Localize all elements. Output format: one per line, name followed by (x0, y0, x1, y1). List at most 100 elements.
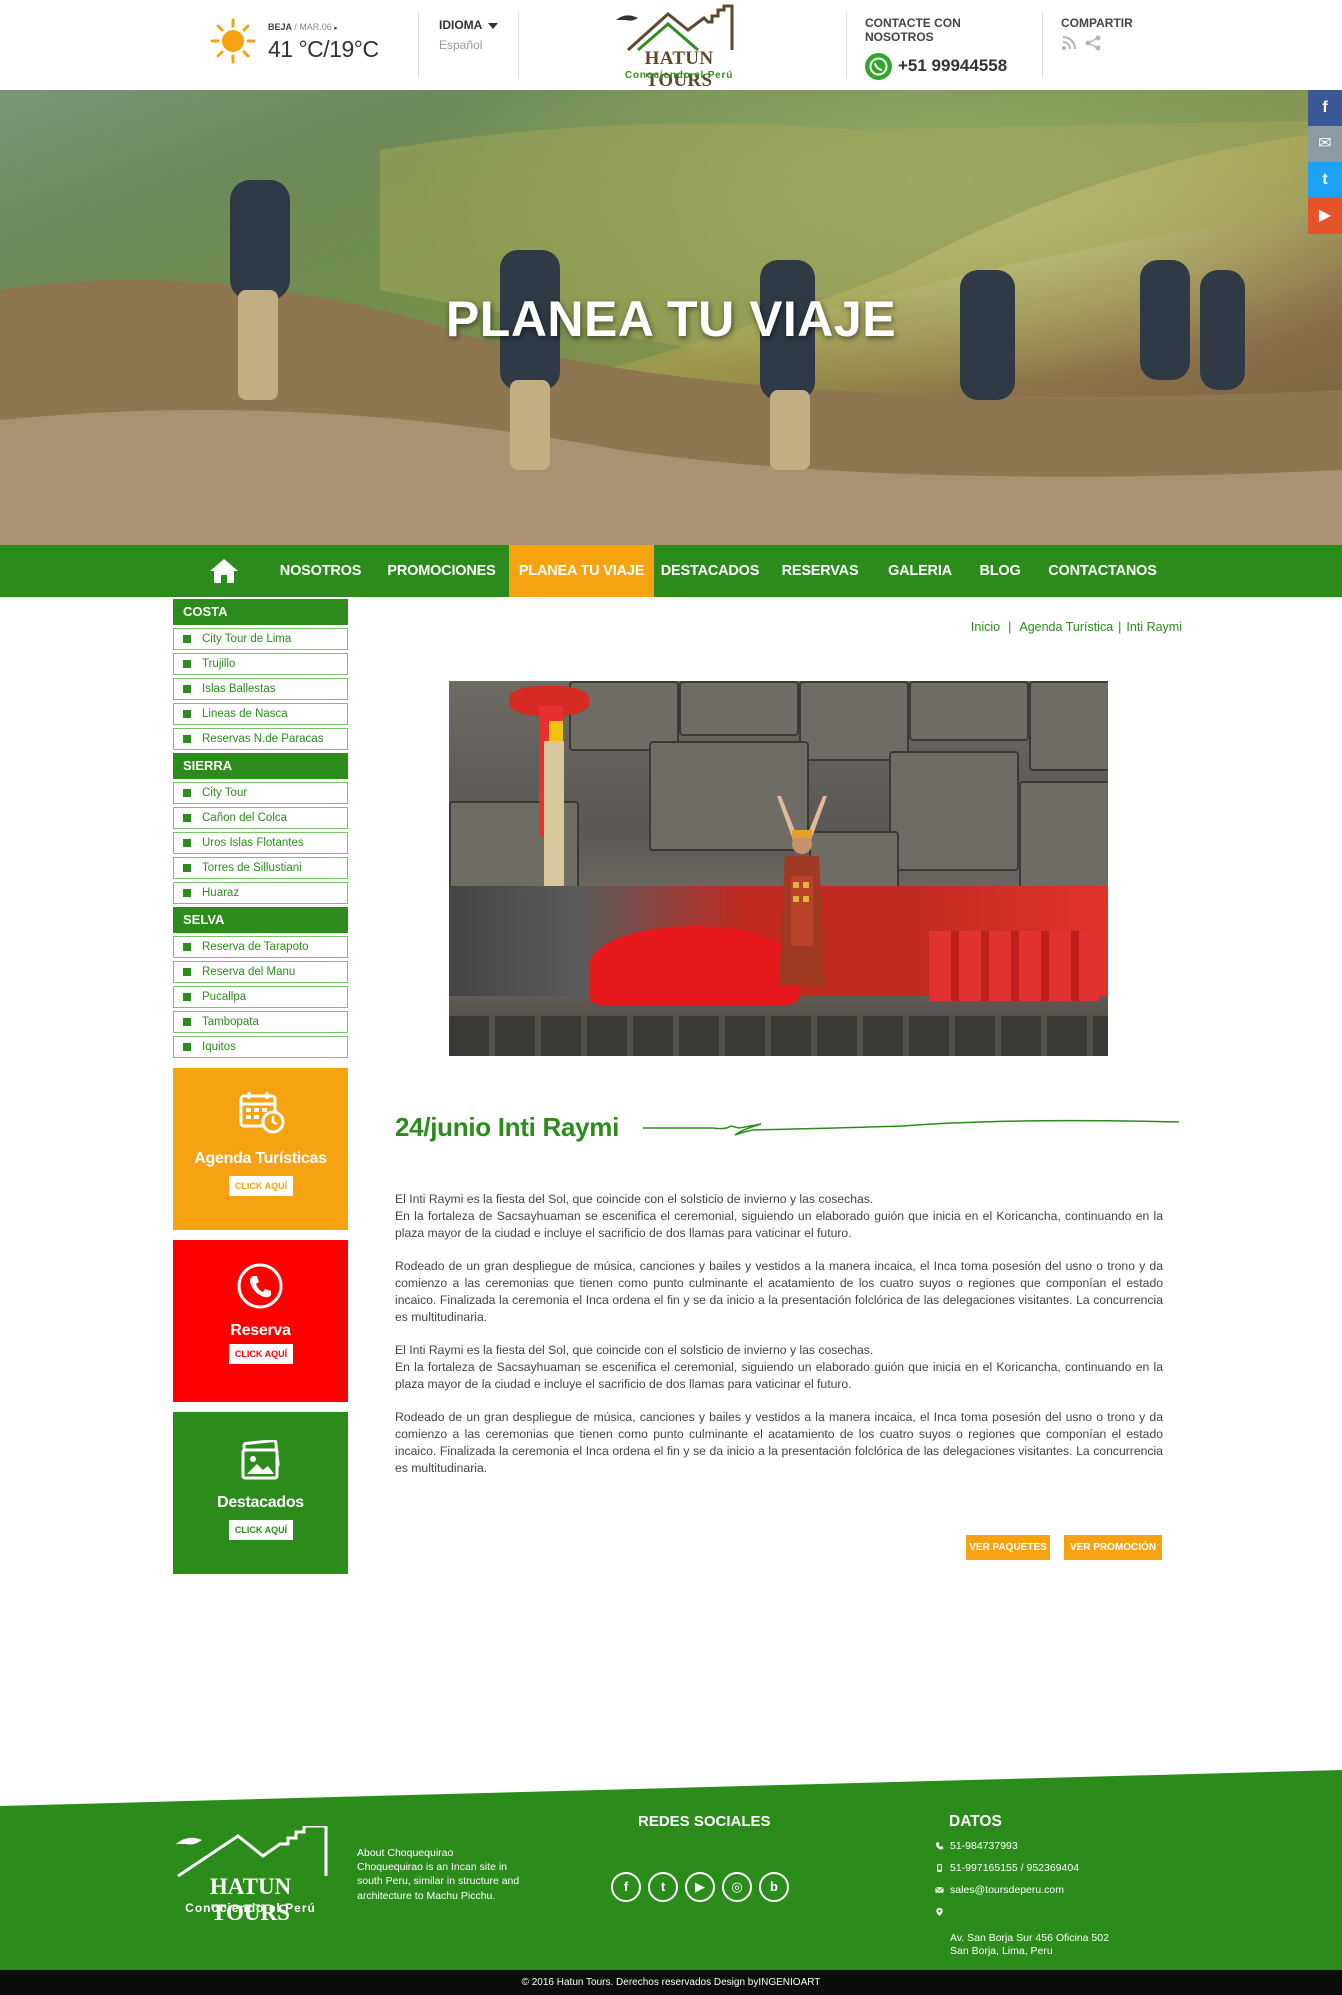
twitter-icon[interactable]: t (648, 1872, 678, 1902)
blogger-icon[interactable]: b (759, 1872, 789, 1902)
share-label: COMPARTIR (1061, 16, 1133, 30)
nav-item-promociones[interactable]: PROMOCIONES (385, 545, 498, 597)
sidebar-item[interactable]: Pucallpa (173, 986, 348, 1008)
nav-item-destacados[interactable]: DESTACADOS (660, 545, 760, 597)
nav-item-planea-tu-viaje[interactable]: PLANEA TU VIAJE (509, 545, 654, 597)
twitter-icon[interactable]: t (1308, 162, 1342, 198)
logo-tagline: Conociendo el Perú (624, 70, 734, 81)
phone-icon (237, 1263, 283, 1309)
inti-raymi-photo (449, 681, 1108, 1056)
language-selector[interactable]: IDIOMA Español (439, 18, 519, 52)
sidebar-item[interactable]: Huaraz (173, 882, 348, 904)
contact-phone[interactable]: +51 99944558 (865, 53, 1025, 81)
sidebar-category-selva[interactable]: SELVA (173, 907, 348, 933)
article-paragraph: Rodeado de un gran despliegue de música,… (395, 1259, 1163, 1324)
promo-destacados-button[interactable]: CLICK AQUÍ (229, 1520, 293, 1540)
promo-destacados[interactable]: Destacados CLICK AQUÍ (173, 1412, 348, 1574)
bullet-icon (183, 993, 191, 1001)
footer-address: Av. San Borja Sur 456 Oficina 502 San Bo… (935, 1906, 1135, 1958)
breadcrumb-item[interactable]: Agenda Turística (1019, 620, 1113, 634)
footer-about: About Choquequirao Choquequirao is an In… (357, 1846, 532, 1903)
nav-item-blog[interactable]: BLOG (970, 545, 1030, 597)
calendar-clock-icon (239, 1092, 285, 1134)
mobile-icon (937, 1863, 942, 1873)
sidebar-item[interactable]: City Tour (173, 782, 348, 804)
sidebar-item[interactable]: Reserva de Tarapoto (173, 936, 348, 958)
divider (518, 12, 519, 78)
inca-figure-image (777, 796, 827, 986)
footer-email[interactable]: sales@toursdeperu.com (935, 1884, 1135, 1897)
sidebar-item[interactable]: Trujillo (173, 653, 348, 675)
envelope-icon (935, 1886, 944, 1893)
sidebar-category-costa[interactable]: COSTA (173, 599, 348, 625)
sidebar-item[interactable]: City Tour de Lima (173, 628, 348, 650)
youtube-icon[interactable]: ▶ (1308, 198, 1342, 234)
sidebar-item[interactable]: Uros Islas Flotantes (173, 832, 348, 854)
weather-widget: BEJA / MAR.06 ▸ 41 °C/19°C (210, 16, 420, 74)
footer-logo-tagline: Conociendo el Perú (185, 1901, 316, 1915)
divider (846, 12, 847, 78)
sidebar-category-sierra[interactable]: SIERRA (173, 753, 348, 779)
language-label: IDIOMA (439, 18, 483, 32)
sidebar-item[interactable]: Reservas N.de Paracas (173, 728, 348, 750)
location-pin-icon (936, 1907, 943, 1917)
instagram-icon[interactable]: ◎ (722, 1872, 752, 1902)
article-title-row: 24/junio Inti Raymi (395, 1108, 1179, 1148)
breadcrumb-item[interactable]: Inicio (971, 620, 1000, 634)
whatsapp-icon (865, 53, 892, 80)
mountain-logo-icon (616, 4, 734, 52)
weather-temperature: 41 °C/19°C (268, 36, 379, 62)
language-value: Español (439, 38, 483, 52)
home-icon[interactable] (209, 558, 239, 584)
article-paragraph: El Inti Raymi es la fiesta del Sol, que … (395, 1343, 1163, 1391)
footer-logo-name: HATUN TOURS (209, 1874, 292, 1925)
rss-icon[interactable] (1061, 35, 1079, 51)
sidebar-item[interactable]: Torres de Sillustiani (173, 857, 348, 879)
email-icon[interactable]: ✉ (1308, 126, 1342, 162)
bullet-icon (183, 789, 191, 797)
breadcrumb-item[interactable]: Inti Raymi (1126, 620, 1182, 634)
site-logo[interactable]: HATUN TOURS Conociendo el Perú (608, 4, 748, 91)
sun-icon (210, 18, 256, 64)
footer-phone[interactable]: 51-984737993 (935, 1840, 1135, 1853)
bullet-icon (183, 943, 191, 951)
sidebar-item[interactable]: Reserva del Manu (173, 961, 348, 983)
facebook-icon[interactable]: f (1308, 90, 1342, 126)
sidebar-item[interactable]: Tambopata (173, 1011, 348, 1033)
nav-item-reservas[interactable]: RESERVAS (775, 545, 865, 597)
sidebar: COSTA City Tour de Lima Trujillo Islas B… (173, 599, 348, 1574)
sidebar-item[interactable]: Iquitos (173, 1036, 348, 1058)
sidebar-item[interactable]: Islas Ballestas (173, 678, 348, 700)
contact-label: CONTACTE CON NOSOTROS (865, 16, 961, 44)
ver-paquetes-button[interactable]: VER PAQUETES (966, 1535, 1050, 1560)
promo-agenda[interactable]: Agenda Turísticas CLICK AQUÍ (173, 1068, 348, 1230)
promo-reserva-button[interactable]: CLICK AQUÍ (229, 1344, 293, 1364)
nav-item-nosotros[interactable]: NOSOTROS (273, 545, 368, 597)
mountain-logo-icon (176, 1826, 328, 1878)
side-social-bar: f ✉ t ▶ (1308, 90, 1342, 234)
breadcrumb: Inicio | Agenda Turística | Inti Raymi (970, 620, 1182, 634)
article-paragraph: El Inti Raymi es la fiesta del Sol, que … (395, 1192, 1163, 1240)
bullet-icon (183, 1043, 191, 1051)
sidebar-item[interactable]: Lineas de Nasca (173, 703, 348, 725)
caret-down-icon (488, 22, 499, 29)
sidebar-item[interactable]: Cañon del Colca (173, 807, 348, 829)
contact-block: CONTACTE CON NOSOTROS +51 99944558 (865, 16, 1025, 81)
footer-mobile[interactable]: 51-997165155 / 952369404 (935, 1862, 1135, 1875)
hero-title: PLANEA TU VIAJE (445, 291, 897, 347)
promo-reserva[interactable]: Reserva CLICK AQUÍ (173, 1240, 348, 1402)
phone-icon (935, 1842, 944, 1850)
ver-promocion-button[interactable]: VER PROMOCIÓN (1064, 1535, 1162, 1560)
bullet-icon (183, 710, 191, 718)
nav-item-contactanos[interactable]: CONTACTANOS (1045, 545, 1160, 597)
main-nav: NOSOTROS PROMOCIONES PLANEA TU VIAJE DES… (0, 545, 1342, 597)
facebook-icon[interactable]: f (611, 1872, 641, 1902)
promo-agenda-button[interactable]: CLICK AQUÍ (229, 1176, 293, 1196)
bullet-icon (183, 660, 191, 668)
youtube-icon[interactable]: ▶ (685, 1872, 715, 1902)
footer-logo[interactable]: HATUN TOURS Conociendo el Perú (168, 1826, 338, 1925)
bullet-icon (183, 1018, 191, 1026)
bullet-icon (183, 839, 191, 847)
share-icon[interactable] (1084, 35, 1102, 51)
nav-item-galeria[interactable]: GALERIA (880, 545, 960, 597)
